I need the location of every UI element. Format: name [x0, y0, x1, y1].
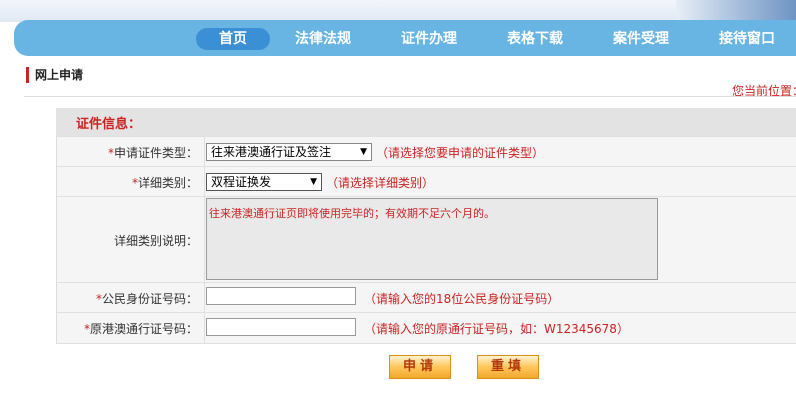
detail-type-label: *详细类别：: [132, 174, 198, 191]
cert-type-hint: （请选择您要申请的证件类型）: [376, 146, 545, 160]
id-number-hint: （请输入您的18位公民身份证号码）: [364, 292, 560, 306]
permit-number-label: *原港澳通行证号码：: [84, 320, 198, 337]
row-divider: [56, 343, 796, 344]
cert-type-label: *申请证件类型：: [108, 144, 198, 161]
cert-type-value: 往来港澳通行证及签注: [211, 145, 332, 159]
apply-button[interactable]: 申请: [389, 355, 451, 379]
top-banner: [0, 0, 796, 22]
detail-type-label-text: 详细类别：: [137, 176, 198, 190]
nav-item-forms-download[interactable]: 表格下载: [492, 28, 578, 50]
column-divider: [204, 136, 205, 344]
dropdown-arrow-icon: ▼: [310, 177, 317, 187]
permit-number-label-text: 原港澳通行证号码：: [89, 322, 198, 336]
nav-item-certificates[interactable]: 证件办理: [386, 28, 472, 50]
detail-desc-box: 往来港澳通行证页即将使用完毕的；有效期不足六个月的。: [206, 198, 658, 280]
nav-item-case-acceptance[interactable]: 案件受理: [598, 28, 684, 50]
cert-type-select[interactable]: 往来港澳通行证及签注 ▼: [206, 143, 372, 161]
panel-title: 证件信息：: [76, 117, 142, 132]
section-title: 网上申请: [26, 67, 83, 83]
reset-button[interactable]: 重填: [477, 355, 539, 379]
row-divider: [56, 196, 796, 197]
form-panel-header: [56, 108, 796, 136]
detail-type-hint: （请选择详细类别）: [326, 176, 435, 190]
detail-type-select[interactable]: 双程证换发 ▼: [206, 173, 322, 191]
row-divider: [56, 136, 796, 137]
nav-item-laws[interactable]: 法律法规: [280, 28, 366, 50]
id-number-input[interactable]: [206, 287, 356, 305]
cert-type-label-text: 申请证件类型：: [113, 146, 198, 160]
dropdown-arrow-icon: ▼: [360, 147, 367, 157]
main-nav: 首页 法律法规 证件办理 表格下载 案件受理 接待窗口: [14, 20, 796, 56]
row-divider: [56, 282, 796, 283]
divider: [24, 96, 796, 97]
nav-item-reception[interactable]: 接待窗口: [704, 28, 790, 50]
banner-decoration: [676, 0, 796, 22]
id-number-label: *公民身份证号码：: [96, 290, 198, 307]
detail-type-value: 双程证换发: [211, 175, 272, 189]
id-number-label-text: 公民身份证号码：: [101, 292, 198, 306]
permit-number-input[interactable]: [206, 318, 356, 336]
nav-item-home[interactable]: 首页: [196, 28, 270, 50]
row-divider: [56, 166, 796, 167]
permit-number-hint: （请输入您的原通行证号码，如：W12345678）: [364, 322, 629, 336]
detail-desc-label: 详细类别说明：: [113, 234, 198, 248]
row-divider: [56, 312, 796, 313]
